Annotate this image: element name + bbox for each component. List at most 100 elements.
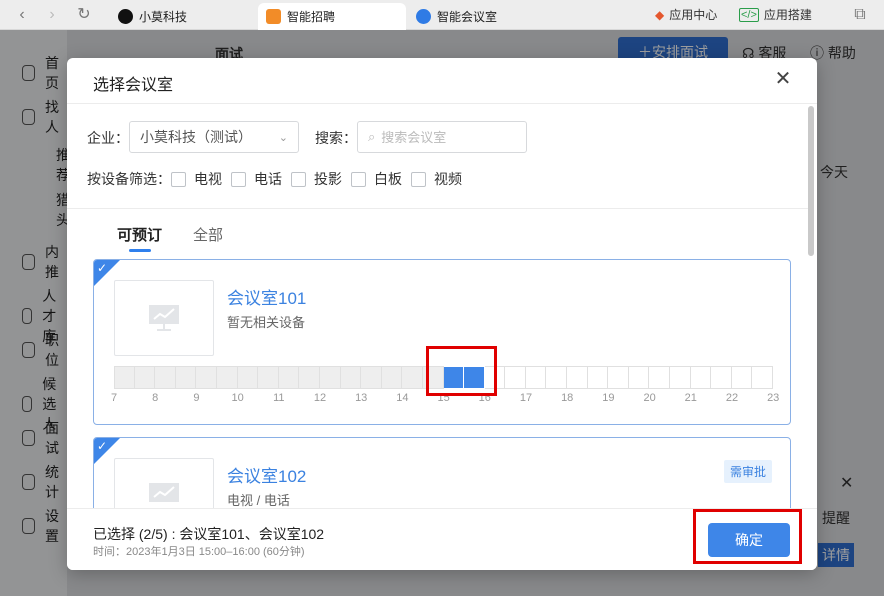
hour-tick-label: 12 — [313, 392, 327, 404]
code-icon: </> — [739, 7, 759, 22]
time-slot-busy[interactable] — [216, 366, 238, 389]
checkbox[interactable] — [411, 171, 426, 187]
hour-tick-label: 7 — [110, 392, 118, 404]
time-slot-free[interactable] — [690, 366, 712, 389]
tab-xiaomo[interactable]: 小莫科技 — [110, 3, 255, 30]
hour-tick-label: 9 — [193, 392, 200, 404]
checkbox[interactable] — [171, 171, 186, 187]
app-builder-link[interactable]: </> 应用搭建 — [739, 6, 812, 23]
refresh-icon[interactable]: ↻ — [74, 5, 94, 25]
selection-summary: 已选择 (2/5) : 会议室101、会议室102 — [93, 526, 325, 542]
approval-badge: 需审批 — [724, 460, 773, 483]
tab-all[interactable]: 全部 — [193, 224, 223, 245]
hour-tick-label: 14 — [396, 392, 409, 404]
search-box: ⌕ — [357, 121, 527, 153]
tab-meeting-room[interactable]: 智能会议室 — [408, 3, 558, 30]
time-slot-free[interactable] — [731, 366, 753, 389]
time-slot-busy[interactable] — [237, 366, 259, 389]
hour-tick-label: 10 — [231, 392, 244, 404]
hour-tick-label: 15 — [437, 392, 450, 404]
time-slot-busy[interactable] — [402, 366, 423, 389]
time-slot-busy[interactable] — [134, 366, 156, 389]
hour-tick-label: 17 — [519, 392, 533, 404]
time-slot-busy[interactable] — [422, 366, 444, 389]
time-slot-free[interactable] — [711, 366, 732, 389]
browser-top-bar: ‹ › ↻ 小莫科技 智能招聘 智能会议室 ◆ 应用中心 </> 应用搭建 ⧉ — [0, 0, 884, 30]
time-slot-free[interactable] — [567, 366, 588, 389]
time-slot-busy[interactable] — [196, 366, 217, 389]
tab-recruit[interactable]: 智能招聘 — [258, 3, 406, 30]
filter-phone[interactable]: 电话 — [231, 169, 282, 189]
time-slot-free[interactable] — [649, 366, 671, 389]
time-slot-busy[interactable] — [361, 366, 382, 389]
time-slot-busy[interactable] — [340, 366, 362, 389]
checkbox[interactable] — [291, 171, 306, 187]
diamond-icon: ◆ — [655, 7, 665, 22]
time-slot-free[interactable] — [525, 366, 547, 389]
time-slot-busy[interactable] — [381, 366, 403, 389]
recruit-icon — [266, 9, 281, 24]
filter-tv[interactable]: 电视 — [171, 169, 222, 189]
time-slot-free[interactable] — [670, 366, 691, 389]
room-name[interactable]: 会议室102 — [227, 462, 306, 487]
time-slot-selected[interactable] — [464, 366, 485, 389]
time-slot-free[interactable] — [587, 366, 609, 389]
confirm-button[interactable]: 确定 — [708, 523, 790, 557]
time-slot-busy[interactable] — [258, 366, 279, 389]
room-thumbnail — [114, 280, 214, 356]
app-center-link[interactable]: ◆ 应用中心 — [655, 6, 717, 23]
select-meeting-room-dialog: 选择会议室 ✕ 企业： 小莫科技（测试） ⌄ 搜索： ⌕ 按设备筛选： 电视 电… — [67, 58, 817, 570]
tab-bookable[interactable]: 可预订 — [117, 224, 162, 245]
search-input[interactable] — [381, 129, 512, 145]
time-slot-free[interactable] — [752, 366, 773, 389]
scrollbar[interactable] — [808, 106, 814, 256]
back-icon[interactable]: ‹ — [12, 5, 32, 25]
time-slot-bar[interactable] — [114, 366, 773, 389]
time-slot-busy[interactable] — [175, 366, 197, 389]
check-icon: ✓ — [97, 261, 108, 275]
forward-icon[interactable]: › — [42, 5, 62, 25]
tab-underline — [129, 249, 151, 252]
hour-tick-label: 19 — [602, 392, 615, 404]
dialog-title: 选择会议室 — [93, 77, 174, 94]
chevron-down-icon: ⌄ — [278, 131, 288, 144]
filter-label: 按设备筛选： — [87, 171, 171, 187]
room-name[interactable]: 会议室101 — [227, 284, 306, 309]
room-equipment: 暂无相关设备 — [227, 315, 306, 330]
filter-whiteboard[interactable]: 白板 — [351, 169, 402, 189]
time-slot-free[interactable] — [546, 366, 568, 389]
time-slot-busy[interactable] — [114, 366, 135, 389]
time-slot-busy[interactable] — [299, 366, 320, 389]
divider — [67, 208, 809, 209]
hour-tick-label: 23 — [767, 392, 780, 404]
hour-tick-label: 18 — [561, 392, 574, 404]
search-label: 搜索： — [315, 130, 357, 146]
time-slot-free[interactable] — [505, 366, 526, 389]
hour-tick-label: 22 — [725, 392, 739, 404]
dialog-header: 选择会议室 ✕ — [67, 58, 817, 104]
time-slot-free[interactable] — [484, 366, 506, 389]
yin-yang-icon — [118, 9, 133, 24]
time-slot-selected[interactable] — [443, 366, 465, 389]
filter-video[interactable]: 视频 — [411, 169, 462, 189]
room-equipment: 电视 / 电话 — [227, 493, 290, 508]
time-slot-busy[interactable] — [155, 366, 176, 389]
close-icon[interactable]: ✕ — [774, 69, 792, 89]
hour-tick-label: 13 — [355, 392, 368, 404]
hour-tick-label: 8 — [152, 392, 159, 404]
checkbox[interactable] — [351, 171, 366, 187]
dialog-footer: 已选择 (2/5) : 会议室101、会议室102 时间：2023年1月3日 1… — [67, 508, 817, 570]
presentation-icon — [149, 305, 179, 331]
time-slot-busy[interactable] — [278, 366, 300, 389]
filter-projector[interactable]: 投影 — [291, 169, 342, 189]
time-slot-free[interactable] — [628, 366, 650, 389]
search-icon: ⌕ — [368, 129, 376, 144]
time-slot-busy[interactable] — [319, 366, 341, 389]
room-card-101[interactable]: ✓ 会议室101 暂无相关设备 7 8 9 10 11 12 13 14 15 16 17 18 19 2… — [93, 259, 791, 425]
hour-tick-label: 21 — [684, 392, 697, 404]
checkbox[interactable] — [231, 171, 246, 187]
meeting-room-icon — [416, 9, 431, 24]
time-slot-free[interactable] — [608, 366, 629, 389]
open-external-icon[interactable]: ⧉ — [850, 5, 870, 25]
company-select[interactable]: 小莫科技（测试） ⌄ — [129, 121, 299, 153]
